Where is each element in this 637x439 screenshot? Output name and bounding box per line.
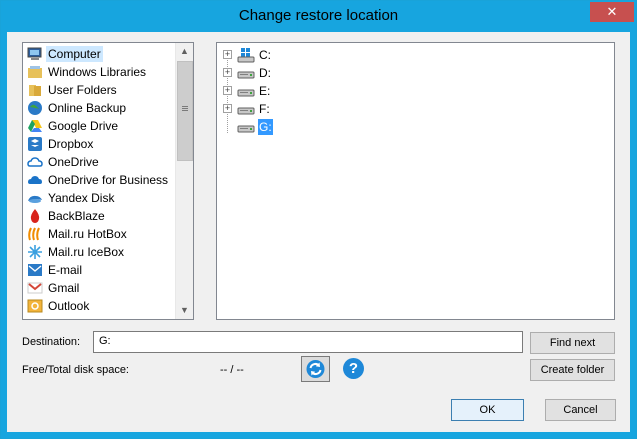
location-item-google-drive[interactable]: Google Drive: [25, 117, 175, 135]
destination-input[interactable]: G:: [93, 331, 523, 353]
windows-drive-icon: [237, 47, 255, 63]
drive-label: F:: [259, 102, 270, 116]
location-item-label: OneDrive: [48, 155, 99, 169]
location-item-label: User Folders: [48, 83, 117, 97]
ok-button[interactable]: OK: [451, 399, 524, 421]
location-item-label: Dropbox: [48, 137, 94, 151]
drive-icon: [237, 101, 255, 117]
scroll-thumb[interactable]: [177, 61, 193, 161]
outlook-icon: [27, 298, 43, 314]
location-item-label: Gmail: [48, 281, 80, 295]
dialog-window: Change restore location ✕ ▲ ▼ Computer Wi…: [0, 0, 637, 439]
location-item-label: Windows Libraries: [48, 65, 147, 79]
help-button[interactable]: ?: [343, 358, 364, 379]
dialog-body: ▲ ▼ Computer Windows Libraries User Folder…: [7, 32, 630, 432]
drive-tree[interactable]: + C: + D: + E: + F: G:: [216, 42, 615, 320]
location-item-libraries[interactable]: Windows Libraries: [25, 63, 175, 81]
drive-icon: [237, 119, 255, 135]
location-item-user-folders[interactable]: User Folders: [25, 81, 175, 99]
yandex-disk-icon: [27, 190, 43, 206]
gmail-icon: [27, 280, 43, 296]
drive-node[interactable]: + D:: [223, 64, 343, 82]
refresh-button[interactable]: [301, 356, 330, 382]
location-item-onedrive[interactable]: OneDrive: [25, 153, 175, 171]
onedrive-business-icon: [27, 172, 43, 188]
location-item-label: Online Backup: [48, 101, 127, 115]
location-item-yandex-disk[interactable]: Yandex Disk: [25, 189, 175, 207]
drive-node[interactable]: + E:: [223, 82, 343, 100]
refresh-icon: [306, 360, 325, 378]
location-list[interactable]: ▲ ▼ Computer Windows Libraries User Folder…: [22, 42, 194, 320]
onedrive-icon: [27, 154, 43, 170]
destination-label: Destination:: [22, 336, 81, 348]
create-folder-button[interactable]: Create folder: [530, 359, 615, 381]
location-item-gmail[interactable]: Gmail: [25, 279, 175, 297]
find-next-button[interactable]: Find next: [530, 332, 615, 354]
title-bar[interactable]: Change restore location ✕: [1, 1, 636, 32]
backblaze-icon: [27, 208, 43, 224]
close-button[interactable]: ✕: [590, 2, 634, 22]
location-item-computer[interactable]: Computer: [25, 45, 175, 63]
location-item-backblaze[interactable]: BackBlaze: [25, 207, 175, 225]
location-item-label: Mail.ru HotBox: [48, 227, 127, 241]
drive-label: C:: [259, 48, 271, 62]
drive-node[interactable]: + C:: [223, 46, 343, 64]
location-item-mailru-icebox[interactable]: Mail.ru IceBox: [25, 243, 175, 261]
location-item-label: Outlook: [48, 299, 90, 313]
location-item-online-backup[interactable]: Online Backup: [25, 99, 175, 117]
location-item-label: Computer: [46, 46, 103, 62]
location-item-email[interactable]: E-mail: [25, 261, 175, 279]
location-item-dropbox[interactable]: Dropbox: [25, 135, 175, 153]
mailru-icebox-icon: [27, 244, 43, 260]
location-list-scrollbar[interactable]: ▲ ▼: [175, 43, 193, 319]
scroll-down-arrow-icon[interactable]: ▼: [176, 302, 193, 319]
drive-label: E:: [259, 84, 271, 98]
location-item-label: BackBlaze: [48, 209, 105, 223]
expand-plus-icon[interactable]: +: [223, 50, 232, 59]
location-item-label: Yandex Disk: [48, 191, 115, 205]
libraries-icon: [27, 64, 43, 80]
location-item-mailru-hotbox[interactable]: Mail.ru HotBox: [25, 225, 175, 243]
cancel-button[interactable]: Cancel: [545, 399, 616, 421]
google-drive-icon: [27, 118, 43, 134]
expand-plus-icon[interactable]: +: [223, 104, 232, 113]
disk-space-label: Free/Total disk space:: [22, 364, 129, 376]
location-item-label: OneDrive for Business: [48, 173, 169, 187]
window-title: Change restore location: [238, 7, 399, 24]
drive-icon: [237, 83, 255, 99]
destination-value: G:: [99, 335, 111, 347]
online-backup-icon: [27, 100, 43, 116]
disk-space-value: -- / --: [220, 364, 244, 376]
drive-icon: [237, 65, 255, 81]
email-icon: [27, 262, 43, 278]
mailru-hotbox-icon: [27, 226, 43, 242]
user-folders-icon: [27, 82, 43, 98]
scroll-up-arrow-icon[interactable]: ▲: [176, 43, 193, 60]
expand-plus-icon[interactable]: +: [223, 86, 232, 95]
drive-node[interactable]: G:: [223, 118, 343, 136]
drive-node[interactable]: + F:: [223, 100, 343, 118]
drive-label: G:: [258, 119, 273, 135]
drive-label: D:: [259, 66, 271, 80]
computer-icon: [27, 46, 43, 62]
dropbox-icon: [27, 136, 43, 152]
location-item-outlook[interactable]: Outlook: [25, 297, 175, 315]
location-item-onedrive-business[interactable]: OneDrive for Business: [25, 171, 175, 189]
location-item-label: E-mail: [48, 263, 83, 277]
expand-plus-icon[interactable]: +: [223, 68, 232, 77]
location-item-label: Mail.ru IceBox: [48, 245, 125, 259]
location-item-label: Google Drive: [48, 119, 119, 133]
